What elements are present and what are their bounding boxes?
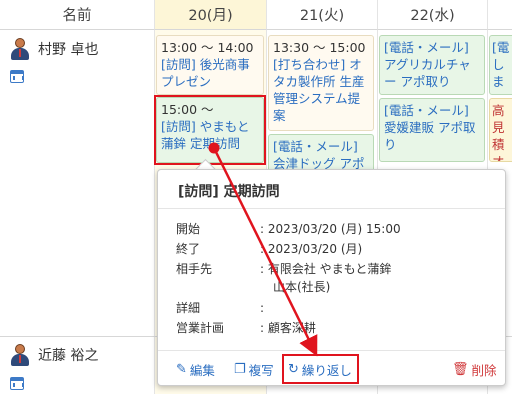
annotation-arrow (208, 142, 318, 357)
